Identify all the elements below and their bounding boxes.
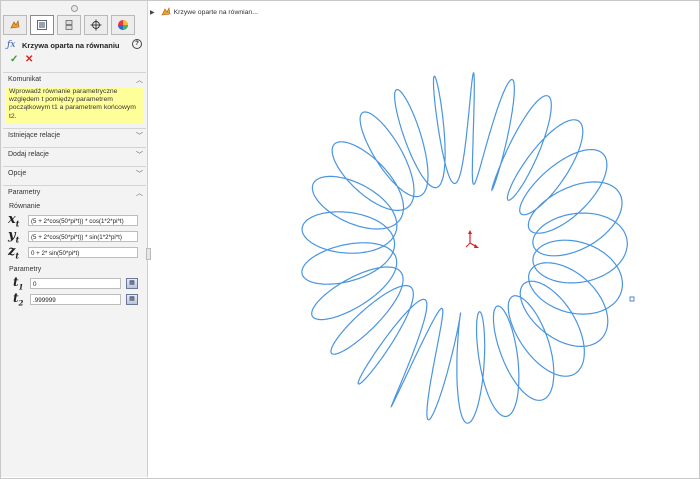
equation-curve[interactable] <box>301 71 628 424</box>
graphics-area[interactable] <box>0 0 700 479</box>
curve-endpoint-handle[interactable] <box>629 296 635 302</box>
origin-triad-icon <box>465 230 479 248</box>
